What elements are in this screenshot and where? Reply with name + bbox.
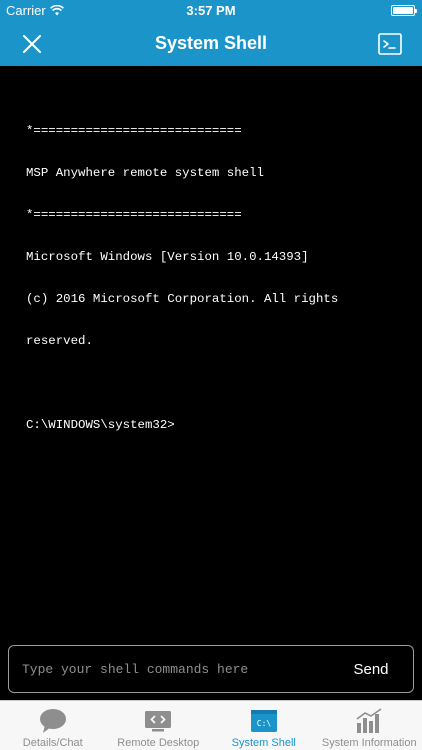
terminal-output[interactable]: *============================ MSP Anywhe… bbox=[0, 66, 422, 642]
tab-label: System Shell bbox=[231, 737, 296, 749]
page-title: System Shell bbox=[154, 33, 268, 53]
tab-bar: Details/Chat Remote Desktop C:\ System S… bbox=[0, 700, 422, 750]
terminal-line: *============================ bbox=[26, 208, 242, 222]
tab-system-information[interactable]: System Information bbox=[317, 701, 422, 750]
chat-bubble-icon bbox=[39, 709, 66, 733]
tab-label: Remote Desktop bbox=[117, 737, 200, 749]
shell-command-input[interactable] bbox=[9, 661, 329, 677]
tab-remote-desktop[interactable]: Remote Desktop bbox=[106, 701, 212, 750]
terminal-line: MSP Anywhere remote system shell bbox=[26, 166, 264, 180]
terminal-line: reserved. bbox=[26, 334, 93, 348]
tab-details-chat[interactable]: Details/Chat bbox=[0, 701, 106, 750]
terminal-line: (c) 2016 Microsoft Corporation. All righ… bbox=[26, 292, 339, 306]
status-bar: Carrier 3:57 PM bbox=[0, 0, 422, 22]
tab-label: System Information bbox=[321, 737, 417, 749]
battery-icon bbox=[391, 5, 417, 16]
bar-chart-icon bbox=[356, 708, 382, 733]
terminal-line: Microsoft Windows [Version 10.0.14393] bbox=[26, 250, 309, 264]
status-time: 3:57 PM bbox=[186, 3, 236, 18]
terminal-line: *============================ bbox=[26, 124, 242, 138]
svg-text:C:\: C:\ bbox=[257, 719, 272, 728]
send-button[interactable]: Send bbox=[329, 646, 413, 692]
battery-fill bbox=[393, 7, 413, 14]
shell-options-button[interactable] bbox=[376, 30, 404, 58]
terminal-prompt: C:\WINDOWS\system32> bbox=[26, 418, 175, 432]
tab-label: Details/Chat bbox=[22, 737, 83, 749]
command-input-area: Send bbox=[0, 642, 422, 700]
shell-window-icon: C:\ bbox=[250, 710, 277, 732]
remote-desktop-icon bbox=[145, 711, 172, 732]
terminal-icon bbox=[378, 33, 402, 55]
command-input-box: Send bbox=[8, 645, 414, 693]
nav-bar: System Shell bbox=[0, 22, 422, 66]
tab-system-shell[interactable]: C:\ System Shell bbox=[211, 701, 317, 750]
